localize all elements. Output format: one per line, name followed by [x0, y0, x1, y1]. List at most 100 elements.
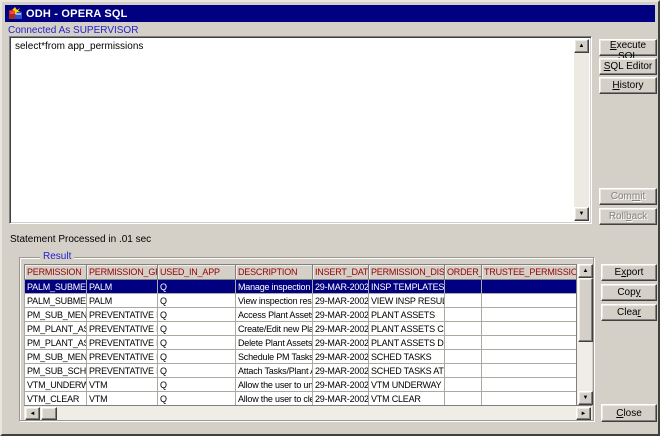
table-row[interactable]: VTM_UNDERWAYVTMQAllow the user to un29-M… [25, 378, 577, 392]
sql-query-editor[interactable]: select*from app_permissions ▲ ▼ [9, 36, 592, 224]
table-vertical-scrollbar[interactable]: ▲ ▼ [576, 264, 592, 405]
table-cell[interactable]: 29-MAR-2002 [313, 378, 369, 392]
table-cell[interactable]: Q [158, 336, 236, 350]
table-cell[interactable]: VTM CLEAR [369, 392, 445, 406]
table-cell[interactable]: 29-MAR-2002 [313, 308, 369, 322]
table-cell[interactable] [482, 378, 577, 392]
table-cell[interactable] [482, 336, 577, 350]
table-cell[interactable]: 29-MAR-2002 [313, 294, 369, 308]
table-cell[interactable]: Q [158, 322, 236, 336]
table-cell[interactable]: SCHED TASKS [369, 350, 445, 364]
table-cell[interactable]: PALM [87, 294, 158, 308]
table-cell[interactable]: PALM [87, 280, 158, 294]
titlebar[interactable]: ODH - OPERA SQL [5, 5, 655, 22]
copy-button[interactable]: Copy [601, 284, 657, 301]
table-cell[interactable]: 29-MAR-2002 [313, 392, 369, 406]
scroll-down-icon[interactable]: ▼ [574, 207, 589, 221]
table-row[interactable]: VTM_CLEARVTMQAllow the user to cle29-MAR… [25, 392, 577, 406]
table-cell[interactable]: PALM_SUBMENU_VI [25, 294, 87, 308]
table-row[interactable]: PM_PLANT_ASSETSPREVENTATIVE MAINQCreate/… [25, 322, 577, 336]
table-row[interactable]: PM_SUB_MENU_SCHPREVENTATIVE MAINQSchedul… [25, 350, 577, 364]
column-header[interactable]: TRUSTEE_PERMISSION [482, 265, 577, 280]
table-cell[interactable] [445, 308, 482, 322]
table-cell[interactable] [482, 280, 577, 294]
table-cell[interactable]: PM_SUB_MENU_SCH [25, 350, 87, 364]
table-cell[interactable]: PM_PLANT_ASSETS [25, 322, 87, 336]
table-cell[interactable]: 29-MAR-2002 [313, 336, 369, 350]
sql-editor-button[interactable]: SQL Editor [599, 58, 657, 75]
commit-button[interactable]: Commit [599, 188, 657, 205]
table-cell[interactable] [445, 378, 482, 392]
table-cell[interactable]: PLANT ASSETS DEL [369, 336, 445, 350]
table-cell[interactable] [445, 280, 482, 294]
table-cell[interactable]: Q [158, 364, 236, 378]
column-header[interactable]: PERMISSION_GROUP [87, 265, 158, 280]
table-cell[interactable] [445, 336, 482, 350]
table-cell[interactable]: Q [158, 294, 236, 308]
table-cell[interactable]: VTM UNDERWAY [369, 378, 445, 392]
table-cell[interactable]: Delete Plant Assets [236, 336, 313, 350]
table-cell[interactable]: VIEW INSP RESULTS [369, 294, 445, 308]
table-cell[interactable]: Attach Tasks/Plant A [236, 364, 313, 378]
sql-editor-scrollbar[interactable]: ▲ ▼ [574, 39, 589, 221]
sql-query-text[interactable]: select*from app_permissions [15, 41, 569, 52]
column-header[interactable]: INSERT_DATE [313, 265, 369, 280]
export-button[interactable]: Export [601, 264, 657, 281]
table-cell[interactable]: Q [158, 378, 236, 392]
rollback-button[interactable]: Rollback [599, 208, 657, 225]
table-row[interactable]: PALM_SUBMENU_INSPALMQManage inspection t… [25, 280, 577, 294]
scroll-down-icon[interactable]: ▼ [578, 391, 593, 405]
table-cell[interactable] [445, 294, 482, 308]
table-cell[interactable] [482, 308, 577, 322]
table-cell[interactable]: Q [158, 350, 236, 364]
table-cell[interactable]: 29-MAR-2002 [313, 350, 369, 364]
table-cell[interactable]: VTM [87, 392, 158, 406]
table-cell[interactable] [445, 392, 482, 406]
table-row[interactable]: PM_SUB_MENU_PLAPREVENTATIVE MAINQAccess … [25, 308, 577, 322]
table-cell[interactable]: Allow the user to cle [236, 392, 313, 406]
table-cell[interactable]: VTM [87, 378, 158, 392]
table-cell[interactable]: INSP TEMPLATES [369, 280, 445, 294]
table-cell[interactable]: PREVENTATIVE MAIN [87, 350, 158, 364]
column-header[interactable]: ORDER_BY [445, 265, 482, 280]
table-cell[interactable] [482, 322, 577, 336]
execute-sql-button[interactable]: Execute SQL [599, 39, 657, 56]
table-row[interactable]: PALM_SUBMENU_VIPALMQView inspection resu… [25, 294, 577, 308]
table-cell[interactable]: View inspection resu [236, 294, 313, 308]
table-cell[interactable] [482, 350, 577, 364]
table-row[interactable]: PM_PLANT_ASSETSPREVENTATIVE MAINQDelete … [25, 336, 577, 350]
table-cell[interactable]: Schedule PM Tasks [236, 350, 313, 364]
clear-button[interactable]: Clear [601, 304, 657, 321]
scroll-up-icon[interactable]: ▲ [574, 39, 589, 53]
table-row[interactable]: PM_SUB_SCHED_TAPREVENTATIVE MAINQAttach … [25, 364, 577, 378]
table-cell[interactable]: VTM_CLEAR [25, 392, 87, 406]
table-cell[interactable]: 29-MAR-2002 [313, 280, 369, 294]
table-cell[interactable]: VTM_UNDERWAY [25, 378, 87, 392]
table-cell[interactable]: PLANT ASSETS CRE [369, 322, 445, 336]
table-cell[interactable] [445, 322, 482, 336]
table-cell[interactable]: 29-MAR-2002 [313, 322, 369, 336]
table-horizontal-scrollbar[interactable]: ◄ ► [24, 405, 592, 420]
column-header[interactable]: PERMISSION_DISPLAY [369, 265, 445, 280]
scroll-up-icon[interactable]: ▲ [578, 264, 593, 278]
table-cell[interactable]: PM_SUB_SCHED_TA [25, 364, 87, 378]
history-button[interactable]: History [599, 77, 657, 94]
table-cell[interactable]: PM_PLANT_ASSETS [25, 336, 87, 350]
table-cell[interactable]: PREVENTATIVE MAIN [87, 322, 158, 336]
table-cell[interactable]: PM_SUB_MENU_PLA [25, 308, 87, 322]
table-cell[interactable]: Create/Edit new Plan [236, 322, 313, 336]
column-header[interactable]: USED_IN_APP [158, 265, 236, 280]
table-cell[interactable] [482, 392, 577, 406]
scroll-left-icon[interactable]: ◄ [25, 407, 40, 420]
close-button[interactable]: Close [601, 404, 657, 422]
vertical-scroll-thumb[interactable] [578, 278, 593, 342]
table-cell[interactable] [482, 294, 577, 308]
table-cell[interactable]: Allow the user to un [236, 378, 313, 392]
table-cell[interactable]: Manage inspection te [236, 280, 313, 294]
table-cell[interactable]: PREVENTATIVE MAIN [87, 336, 158, 350]
table-cell[interactable]: PALM_SUBMENU_INS [25, 280, 87, 294]
table-cell[interactable]: PREVENTATIVE MAIN [87, 364, 158, 378]
scroll-right-icon[interactable]: ► [576, 407, 591, 420]
horizontal-scroll-thumb[interactable] [41, 407, 57, 420]
table-cell[interactable]: PREVENTATIVE MAIN [87, 308, 158, 322]
